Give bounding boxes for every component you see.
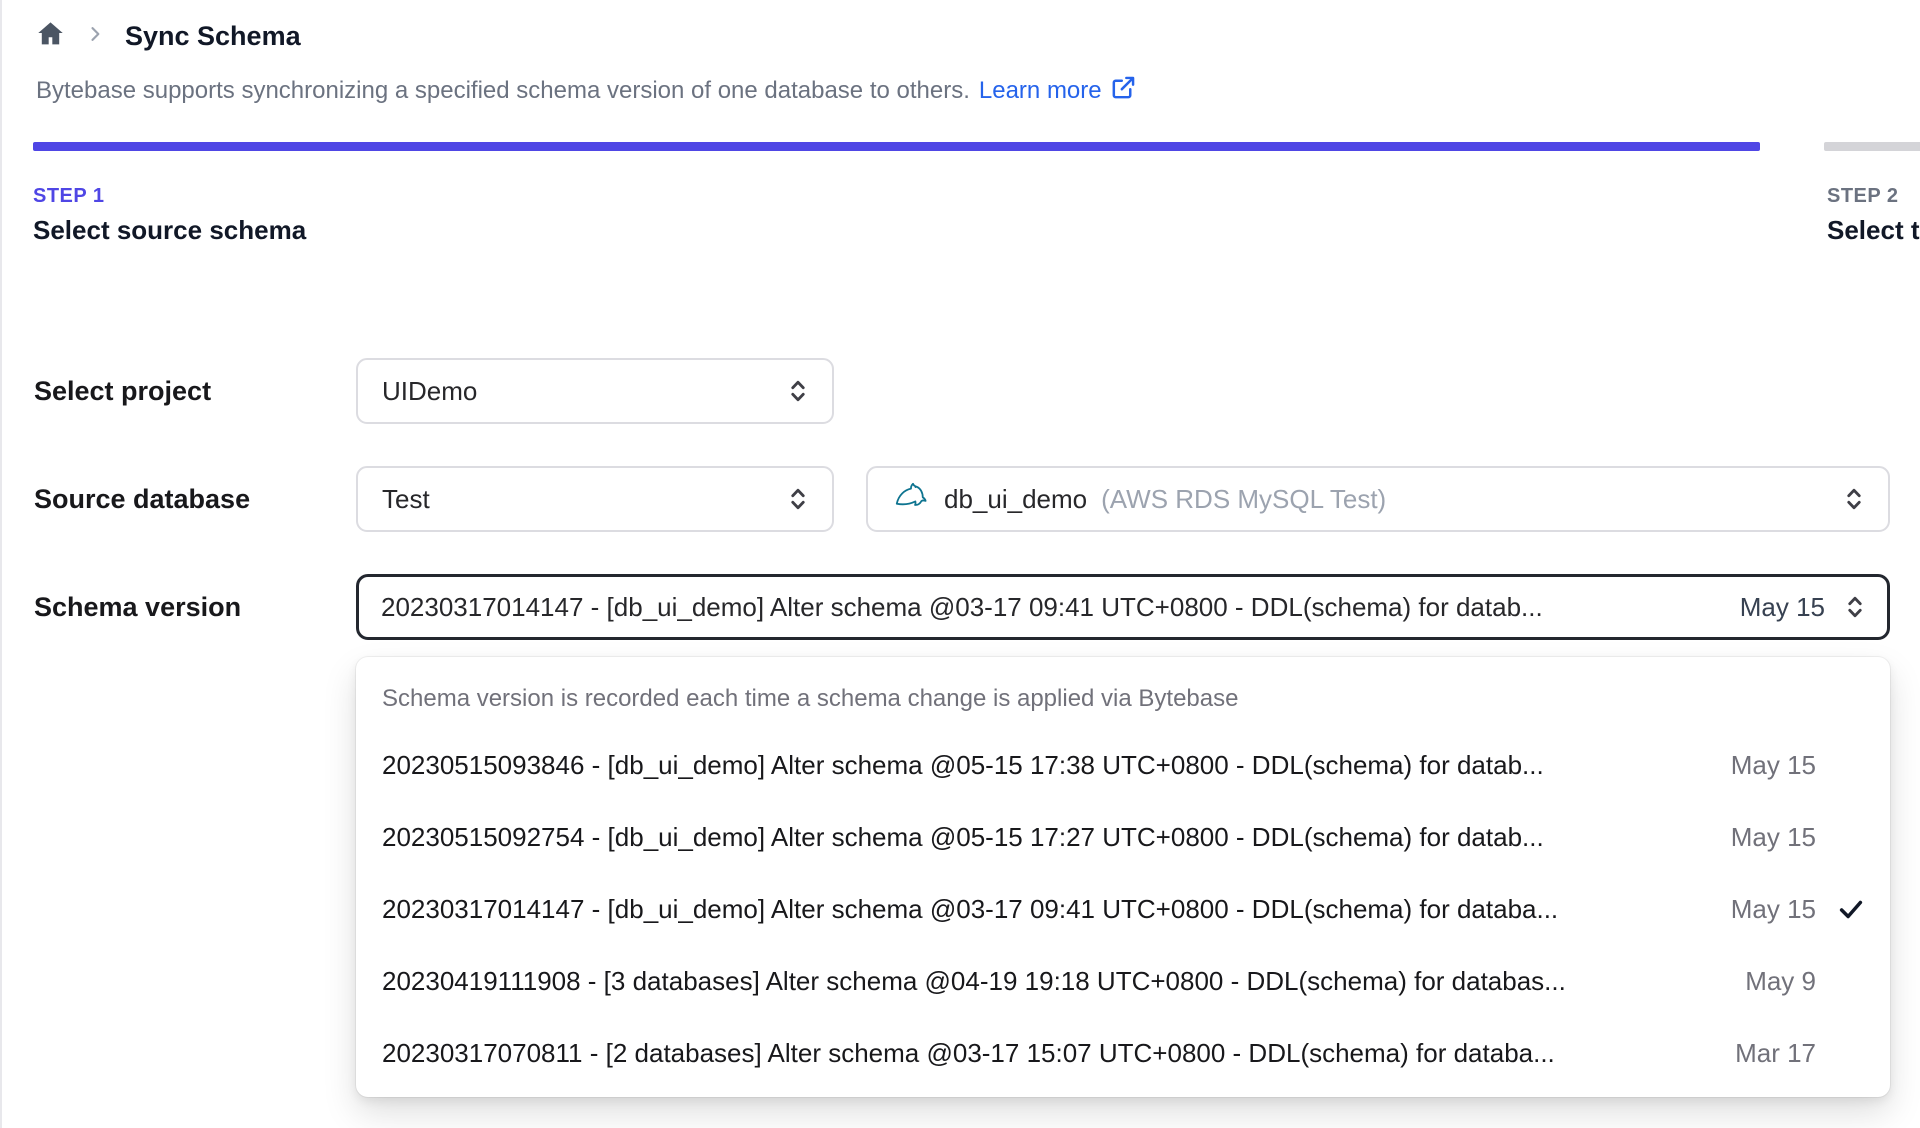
schema-version-label: Schema version [34, 591, 242, 622]
sync-schema-page: Sync Schema Bytebase supports synchroniz… [0, 0, 1920, 1128]
chevron-right-icon [85, 24, 105, 49]
schema-version-option[interactable]: 20230317070811 - [2 databases] Alter sch… [356, 1017, 1890, 1089]
mysql-dolphin-icon [892, 477, 930, 522]
schema-version-options: 20230515093846 - [db_ui_demo] Alter sche… [356, 729, 1890, 1089]
environment-select-value: Test [382, 483, 430, 514]
database-name: db_ui_demo [944, 483, 1088, 514]
step2-label: STEP 2 [1827, 185, 1899, 207]
progress-bar-step1 [33, 142, 1760, 151]
source-database-row: Source database Test db_ui_demo (AWS RDS… [34, 466, 1890, 532]
option-text: 20230419111908 - [3 databases] Alter sch… [382, 965, 1566, 996]
database-select[interactable]: db_ui_demo (AWS RDS MySQL Test) [866, 466, 1890, 532]
dropdown-helper-text: Schema version is recorded each time a s… [382, 685, 1239, 712]
schema-version-option[interactable]: 20230515092754 - [db_ui_demo] Alter sche… [356, 801, 1890, 873]
option-text: 20230515093846 - [db_ui_demo] Alter sche… [382, 749, 1544, 780]
schema-version-option[interactable]: 20230419111908 - [3 databases] Alter sch… [356, 945, 1890, 1017]
breadcrumb: Sync Schema [36, 14, 301, 58]
option-text: 20230317014147 - [db_ui_demo] Alter sche… [382, 893, 1559, 924]
schema-version-select[interactable]: 20230317014147 - [db_ui_demo] Alter sche… [356, 574, 1890, 640]
option-date: May 15 [1730, 821, 1816, 852]
option-date: May 9 [1745, 965, 1816, 996]
home-icon [36, 19, 65, 53]
progress-bar-step2 [1824, 142, 1920, 151]
schema-version-date: May 15 [1739, 591, 1825, 622]
project-select[interactable]: UIDemo [356, 358, 834, 424]
description-text: Bytebase supports synchronizing a specif… [36, 77, 970, 104]
selector-chevrons-icon [1840, 485, 1868, 513]
schema-version-dropdown: Schema version is recorded each time a s… [356, 657, 1890, 1097]
step2-title: Select t [1827, 215, 1920, 245]
option-text: 20230515092754 - [db_ui_demo] Alter sche… [382, 821, 1544, 852]
selector-chevrons-icon [1841, 593, 1869, 621]
sidebar-edge-divider [0, 0, 2, 1128]
source-database-label: Source database [34, 483, 251, 514]
select-project-row: Select project UIDemo [34, 358, 834, 424]
home-breadcrumb-link[interactable] [36, 19, 65, 53]
option-text: 20230317070811 - [2 databases] Alter sch… [382, 1037, 1555, 1068]
schema-version-value: 20230317014147 - [db_ui_demo] Alter sche… [381, 591, 1543, 622]
schema-version-option[interactable]: 20230317014147 - [db_ui_demo] Alter sche… [356, 873, 1890, 945]
step1-label: STEP 1 [33, 185, 105, 207]
environment-select[interactable]: Test [356, 466, 834, 532]
option-date: Mar 17 [1735, 1037, 1816, 1068]
database-detail: (AWS RDS MySQL Test) [1101, 483, 1387, 514]
learn-more-label: Learn more [978, 77, 1102, 104]
check-icon [1816, 894, 1866, 924]
option-date: May 15 [1730, 893, 1816, 924]
page-description: Bytebase supports synchronizing a specif… [36, 74, 1137, 108]
page-title: Sync Schema [125, 20, 301, 51]
selector-chevrons-icon [784, 377, 812, 405]
select-project-label: Select project [34, 375, 212, 406]
external-link-icon [1110, 74, 1137, 108]
schema-version-row: Schema version 20230317014147 - [db_ui_d… [34, 574, 1890, 640]
selector-chevrons-icon [784, 485, 812, 513]
option-date: May 15 [1730, 749, 1816, 780]
learn-more-link[interactable]: Learn more [979, 74, 1137, 108]
step1-title: Select source schema [33, 215, 307, 245]
schema-version-option[interactable]: 20230515093846 - [db_ui_demo] Alter sche… [356, 729, 1890, 801]
project-select-value: UIDemo [382, 375, 478, 406]
